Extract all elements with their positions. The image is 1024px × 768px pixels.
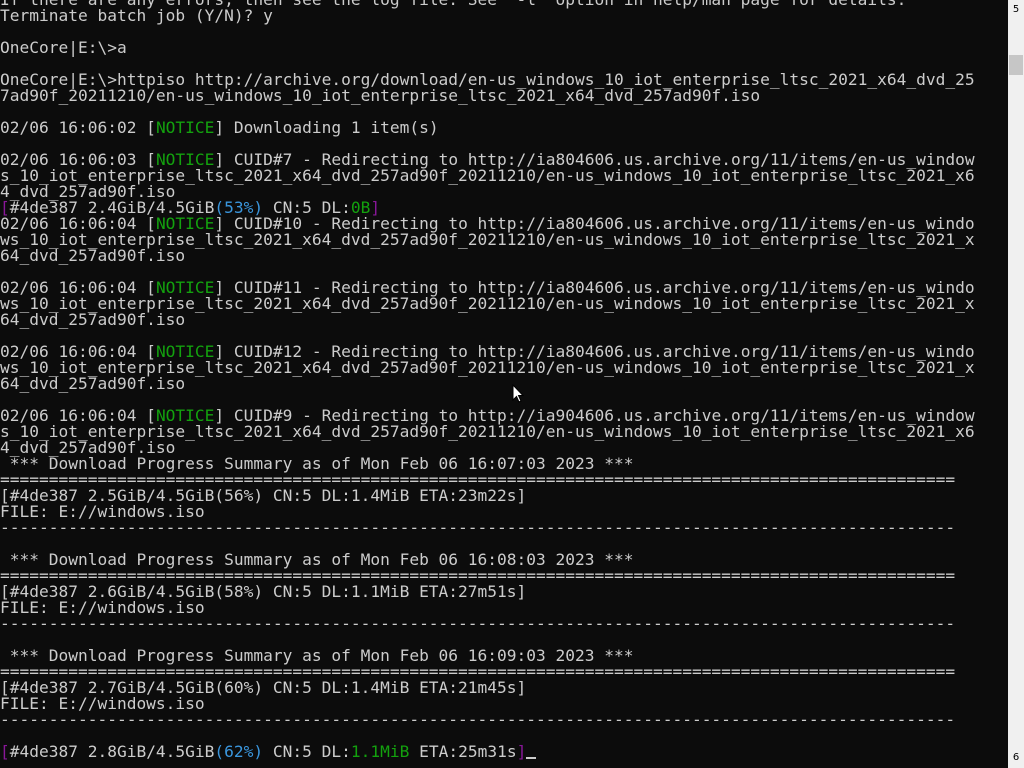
console-text: NOTICE xyxy=(155,118,215,137)
scrollbar-thumb[interactable] xyxy=(1009,55,1023,75)
scrollbar-top-label: 5 xyxy=(1012,4,1020,15)
console-text: ETA:25m31s xyxy=(409,742,517,761)
console-line: 64_dvd_257ad90f.iso xyxy=(0,246,1008,265)
console-line: 64_dvd_257ad90f.iso xyxy=(0,374,1008,393)
console-text: CN:5 DL: xyxy=(263,742,351,761)
console-text: 64_dvd_257ad90f.iso xyxy=(0,310,186,329)
console-line: 02/06 16:06:02 [NOTICE] Downloading 1 it… xyxy=(0,118,1008,137)
console-text: (62%) xyxy=(214,742,264,761)
console-line: [#4de387 2.8GiB/4.5GiB(62%) CN:5 DL:1.1M… xyxy=(0,742,1008,761)
console-output[interactable]: If there are any errors, then see the lo… xyxy=(0,0,1008,768)
console-text: ----------------------------------------… xyxy=(0,614,956,633)
console-text: 64_dvd_257ad90f.iso xyxy=(0,374,186,393)
console-line: OneCore|E:\>a xyxy=(0,38,1008,57)
console-text: 7ad90f_20211210/en-us_windows_10_iot_ent… xyxy=(0,86,761,105)
vertical-scrollbar[interactable]: 5 6 xyxy=(1008,0,1024,768)
console-text: #4de387 2.8GiB/4.5GiB xyxy=(9,742,215,761)
console-line: ----------------------------------------… xyxy=(0,518,1008,537)
console-line: 7ad90f_20211210/en-us_windows_10_iot_ent… xyxy=(0,86,1008,105)
text-cursor xyxy=(526,757,537,759)
console-text: ----------------------------------------… xyxy=(0,518,956,537)
console-text: Terminate batch job (Y/N)? y xyxy=(0,6,273,25)
console-text: [ xyxy=(0,742,10,761)
console-text: OneCore|E:\>a xyxy=(0,38,127,57)
console-text: 64_dvd_257ad90f.iso xyxy=(0,246,186,265)
scrollbar-bottom-label: 6 xyxy=(1012,752,1020,763)
console-text: ----------------------------------------… xyxy=(0,710,956,729)
console-text: ] xyxy=(516,742,527,761)
console-line: 64_dvd_257ad90f.iso xyxy=(0,310,1008,329)
console-text: 02/06 16:06:02 [ xyxy=(0,118,156,137)
console-line: Terminate batch job (Y/N)? y xyxy=(0,6,1008,25)
console-text: ] Downloading 1 item(s) xyxy=(214,118,439,137)
console-text: 1.1MiB xyxy=(350,742,410,761)
console-line: ----------------------------------------… xyxy=(0,614,1008,633)
mouse-pointer-icon xyxy=(512,384,524,403)
console-line: ----------------------------------------… xyxy=(0,710,1008,729)
